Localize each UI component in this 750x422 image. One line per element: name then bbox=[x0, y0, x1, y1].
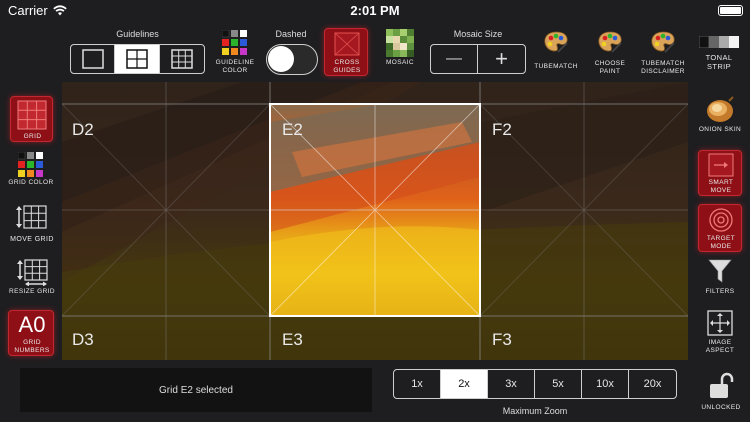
grid-label: Grid bbox=[23, 133, 42, 140]
onion-skin-label: Onion Skin bbox=[698, 126, 742, 133]
tonal-strip-button[interactable]: Tonal Strip bbox=[694, 34, 744, 76]
resize-grid-icon bbox=[17, 259, 48, 286]
grid-button[interactable]: Grid bbox=[10, 96, 53, 142]
funnel-icon bbox=[708, 259, 732, 283]
unlocked-label: Unlocked bbox=[701, 404, 741, 411]
smart-move-label: Smart Move bbox=[708, 179, 734, 194]
selection-message: Grid E2 selected bbox=[159, 384, 233, 396]
filters-label: Filters bbox=[705, 288, 735, 295]
cross-guides-label: Cross Guides bbox=[333, 59, 361, 74]
mosaic-size-increment[interactable]: + bbox=[478, 45, 525, 73]
onion-skin-button[interactable]: Onion Skin bbox=[696, 96, 744, 142]
landscape-photo bbox=[62, 82, 688, 360]
zoom-option[interactable]: 2x bbox=[441, 370, 488, 398]
zoom-option[interactable]: 5x bbox=[535, 370, 582, 398]
mosaic-size-decrement[interactable]: — bbox=[431, 45, 479, 73]
mosaic-label: Mosaic bbox=[385, 59, 415, 66]
onion-icon bbox=[707, 96, 734, 122]
thirds-grid-icon bbox=[171, 49, 193, 69]
grid-cell-label: F2 bbox=[492, 120, 512, 139]
cross-guides-icon bbox=[334, 32, 360, 56]
quad-grid-icon bbox=[126, 49, 148, 69]
tonal-strip-label: Tonal Strip bbox=[705, 53, 733, 71]
choose-paint-label: Choose Paint bbox=[594, 60, 626, 75]
guideline-color-label: Guideline Color bbox=[215, 59, 255, 74]
tubematch-disclaimer-label: TubeMatch Disclaimer bbox=[641, 60, 685, 75]
resize-grid-button[interactable]: Resize Grid bbox=[8, 258, 56, 304]
color-palette-grid-icon bbox=[222, 30, 247, 55]
grid-cell-label: D2 bbox=[72, 120, 94, 139]
image-canvas[interactable]: D2 E2 F2 D3 E3 F3 bbox=[62, 82, 688, 360]
unlocked-padlock-icon bbox=[710, 372, 734, 398]
maximum-zoom-label: Maximum Zoom bbox=[502, 406, 568, 416]
tubematch-disclaimer-button[interactable]: TubeMatch Disclaimer bbox=[638, 30, 688, 75]
tubematch-button[interactable]: TubeMatch bbox=[532, 30, 580, 74]
image-aspect-button[interactable]: Image Aspect bbox=[696, 310, 744, 356]
paint-palette-icon bbox=[544, 31, 568, 53]
guidelines-none-option[interactable] bbox=[71, 45, 116, 73]
guidelines-quad-option[interactable] bbox=[115, 45, 160, 73]
lock-button[interactable]: Unlocked bbox=[696, 372, 746, 416]
mosaic-button[interactable]: Mosaic bbox=[380, 28, 420, 74]
battery-icon bbox=[718, 5, 743, 16]
paint-palette-icon bbox=[598, 31, 622, 53]
zoom-option[interactable]: 1x bbox=[394, 370, 441, 398]
toggle-knob bbox=[268, 46, 294, 72]
grid-cell-label: F3 bbox=[492, 330, 512, 349]
paint-palette-icon bbox=[651, 31, 675, 53]
smart-move-button[interactable]: Smart Move bbox=[698, 150, 742, 196]
status-time: 2:01 PM bbox=[350, 3, 400, 18]
target-mode-label: Target Mode bbox=[706, 235, 736, 250]
image-aspect-icon bbox=[707, 310, 733, 336]
grid-cell-label: E3 bbox=[282, 330, 303, 349]
grid-color-button[interactable]: Grid Color bbox=[8, 152, 54, 196]
target-mode-button[interactable]: Target Mode bbox=[698, 204, 742, 252]
grid-icon bbox=[17, 100, 47, 130]
color-palette-grid-icon bbox=[18, 152, 43, 177]
tonal-strip-icon bbox=[699, 36, 739, 48]
cross-guides-button[interactable]: Cross Guides bbox=[324, 28, 368, 76]
move-grid-icon bbox=[16, 205, 47, 229]
grid-numbers-glyph: A0 bbox=[18, 312, 46, 337]
move-grid-label: Move Grid bbox=[10, 236, 54, 243]
filters-button[interactable]: Filters bbox=[698, 258, 742, 298]
target-icon bbox=[709, 208, 733, 232]
resize-grid-label: Resize Grid bbox=[9, 288, 55, 295]
guideline-color-button[interactable]: Guideline Color bbox=[212, 30, 258, 76]
guidelines-segmented-control[interactable] bbox=[70, 44, 205, 74]
message-panel: Grid E2 selected bbox=[20, 368, 372, 412]
grid-color-label: Grid Color bbox=[8, 179, 54, 186]
tubematch-label: TubeMatch bbox=[534, 63, 578, 70]
zoom-option[interactable]: 20x bbox=[629, 370, 676, 398]
grid-numbers-label: Grid Numbers bbox=[14, 339, 50, 354]
image-aspect-label: Image Aspect bbox=[705, 339, 735, 354]
grid-numbers-button[interactable]: A0 Grid Numbers bbox=[8, 310, 54, 356]
app-screen: Carrier 2:01 PM Guidelines Guideline Col… bbox=[0, 0, 750, 422]
guidelines-thirds-option[interactable] bbox=[160, 45, 204, 73]
choose-paint-button[interactable]: Choose Paint bbox=[586, 30, 634, 75]
dashed-label: Dashed bbox=[275, 29, 307, 39]
move-grid-button[interactable]: Move Grid bbox=[6, 204, 58, 246]
guidelines-label: Guidelines bbox=[116, 29, 159, 39]
zoom-option[interactable]: 10x bbox=[582, 370, 629, 398]
grid-cell-label: E2 bbox=[282, 120, 303, 139]
smart-move-icon bbox=[708, 153, 734, 177]
single-square-icon bbox=[81, 49, 104, 69]
dashed-toggle[interactable] bbox=[266, 44, 318, 75]
grid-cell-label: D3 bbox=[72, 330, 94, 349]
mosaic-size-label: Mosaic Size bbox=[453, 29, 503, 39]
zoom-segmented-control[interactable]: 1x 2x 3x 5x 10x 20x bbox=[393, 369, 677, 399]
mosaic-size-stepper[interactable]: — + bbox=[430, 44, 526, 74]
mosaic-icon bbox=[386, 29, 414, 57]
zoom-option[interactable]: 3x bbox=[488, 370, 535, 398]
